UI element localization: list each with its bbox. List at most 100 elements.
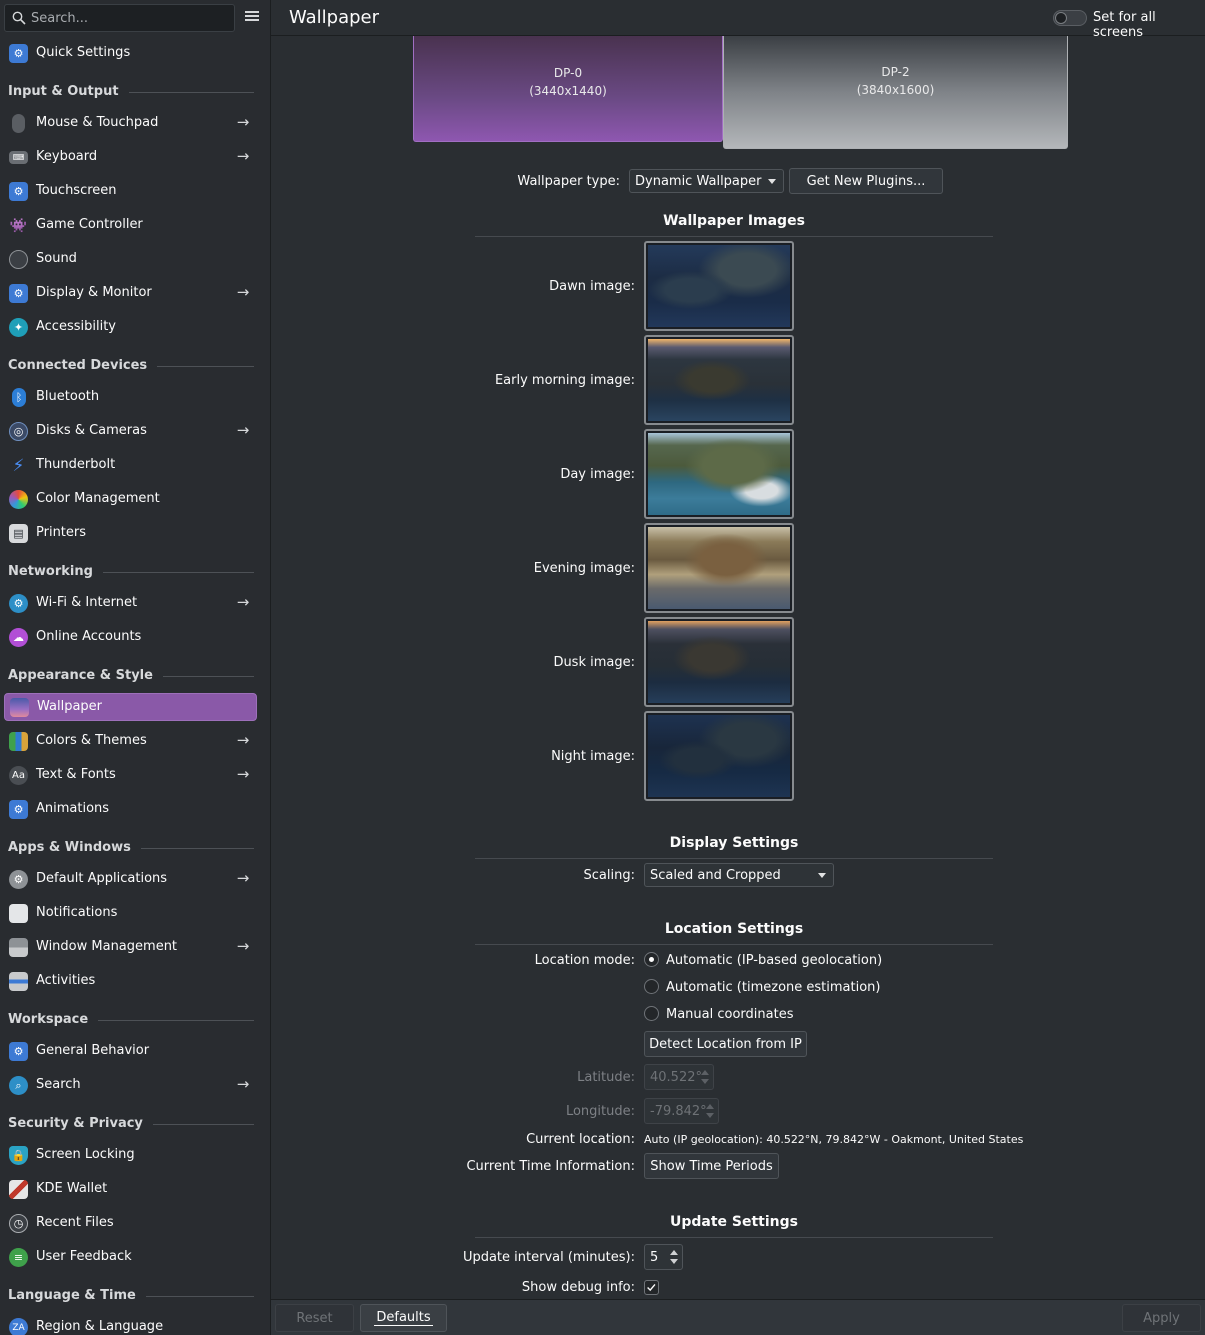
evening-image-thumbnail[interactable]: [644, 523, 794, 613]
sidebar-item-keyboard[interactable]: ⌨ Keyboard →: [4, 143, 257, 171]
sidebar-item-animations[interactable]: ⚙ Animations: [4, 795, 257, 823]
search-icon: [12, 11, 26, 25]
night-image-thumbnail[interactable]: [644, 711, 794, 801]
update-interval-value: 5: [650, 1250, 659, 1265]
sidebar-item-thunderbolt[interactable]: ⚡ Thunderbolt: [4, 451, 257, 479]
sidebar-item-label: Sound: [36, 251, 77, 266]
divider: [475, 1237, 993, 1238]
sidebar-item-label: Colors & Themes: [36, 733, 147, 748]
sidebar-item-general-behavior[interactable]: ⚙ General Behavior: [4, 1037, 257, 1065]
longitude-spinbox[interactable]: -79.842°: [644, 1098, 719, 1124]
sidebar-item-label: Bluetooth: [36, 389, 100, 404]
latitude-value: 40.522°: [650, 1070, 702, 1085]
sidebar-item-colors-themes[interactable]: Colors & Themes →: [4, 727, 257, 755]
wallpaper-type-select[interactable]: Dynamic Wallpaper: [629, 169, 784, 193]
detect-location-button[interactable]: Detect Location from IP: [644, 1031, 807, 1057]
radio-timezone-estimation[interactable]: [644, 979, 659, 994]
speaker-icon: [9, 250, 28, 269]
sidebar-item-default-applications[interactable]: ⚙ Default Applications →: [4, 865, 257, 893]
arrow-right-icon: →: [236, 937, 250, 955]
sidebar-item-label: Display & Monitor: [36, 285, 152, 300]
sidebar-item-label: Default Applications: [36, 871, 168, 886]
sidebar-item-kde-wallet[interactable]: KDE Wallet: [4, 1175, 257, 1203]
reset-button[interactable]: Reset: [275, 1304, 354, 1332]
radio-ip-geolocation[interactable]: [644, 952, 659, 967]
shield-lock-icon: 🔒: [9, 1146, 28, 1165]
show-time-periods-button[interactable]: Show Time Periods: [644, 1153, 779, 1179]
sidebar-item-recent-files[interactable]: ◷ Recent Files: [4, 1209, 257, 1237]
sidebar-item-bluetooth[interactable]: ᛒ Bluetooth: [4, 383, 257, 411]
apply-button[interactable]: Apply: [1122, 1304, 1201, 1332]
sidebar-item-notifications[interactable]: Notifications: [4, 899, 257, 927]
sidebar-item-label: Thunderbolt: [36, 457, 116, 472]
sidebar-item-screen-locking[interactable]: 🔒 Screen Locking: [4, 1141, 257, 1169]
set-all-screens-toggle[interactable]: [1053, 10, 1087, 26]
sidebar-item-region-language[interactable]: ZA Region & Language: [4, 1313, 257, 1335]
sidebar-item-label: Keyboard: [36, 149, 98, 164]
dawn-image-thumbnail[interactable]: [644, 241, 794, 331]
sidebar-item-wallpaper[interactable]: Wallpaper: [4, 693, 257, 721]
arrow-right-icon: →: [236, 283, 250, 301]
sidebar-item-search[interactable]: ⌕ Search →: [4, 1071, 257, 1099]
day-image-thumbnail[interactable]: [644, 429, 794, 519]
sidebar-item-touchscreen[interactable]: ⚙ Touchscreen: [4, 177, 257, 205]
show-debug-info-checkbox[interactable]: [644, 1280, 659, 1295]
sidebar-item-text-fonts[interactable]: Aa Text & Fonts →: [4, 761, 257, 789]
network-icon: ⚙: [9, 594, 28, 613]
divider: [475, 944, 993, 945]
latitude-spinbox[interactable]: 40.522°: [644, 1064, 714, 1090]
sidebar-item-wifi-internet[interactable]: ⚙ Wi-Fi & Internet →: [4, 589, 257, 617]
sidebar-item-disks-cameras[interactable]: ◎ Disks & Cameras →: [4, 417, 257, 445]
sidebar-item-accessibility[interactable]: ✦ Accessibility: [4, 313, 257, 341]
sidebar-item-label: Search: [36, 1077, 81, 1092]
sidebar-item-quick-settings[interactable]: ⚙ Quick Settings: [4, 39, 257, 67]
early-morning-image-thumbnail[interactable]: [644, 335, 794, 425]
sidebar-item-game-controller[interactable]: 👾 Game Controller: [4, 211, 257, 239]
sidebar-item-activities[interactable]: Activities: [4, 967, 257, 995]
sidebar-item-label: Recent Files: [36, 1215, 114, 1230]
search-input[interactable]: [31, 8, 231, 28]
screen-dp-2[interactable]: DP-2 (3840x1600): [723, 36, 1068, 149]
set-all-screens-label: Set for all screens: [1093, 10, 1156, 40]
hamburger-menu-icon[interactable]: [243, 9, 261, 27]
scaling-select[interactable]: Scaled and Cropped: [644, 863, 834, 887]
disk-icon: ◎: [9, 422, 28, 441]
radio-timezone-estimation-label: Automatic (timezone estimation): [666, 980, 881, 995]
gear-icon: ⚙: [9, 44, 28, 63]
scaling-value: Scaled and Cropped: [650, 868, 781, 883]
activities-icon: [9, 972, 28, 991]
section-title-update-settings: Update Settings: [669, 1214, 798, 1230]
spin-arrows-icon: [701, 1068, 709, 1086]
sidebar-group-language-time: Language & Time: [8, 1285, 254, 1305]
sidebar-item-sound[interactable]: Sound: [4, 245, 257, 273]
sidebar-item-mouse-touchpad[interactable]: Mouse & Touchpad →: [4, 109, 257, 137]
page-title: Wallpaper: [289, 7, 380, 28]
default-apps-icon: ⚙: [9, 870, 28, 889]
dusk-image-thumbnail[interactable]: [644, 617, 794, 707]
dawn-image-label: Dawn image:: [549, 279, 635, 294]
sidebar-item-online-accounts[interactable]: ☁ Online Accounts: [4, 623, 257, 651]
search-box[interactable]: [4, 4, 235, 32]
arrow-right-icon: →: [236, 1075, 250, 1093]
screen-name: DP-2: [881, 65, 910, 79]
sidebar-item-label: Accessibility: [36, 319, 116, 334]
wallet-icon: [9, 1180, 28, 1199]
language-icon: ZA: [9, 1318, 28, 1335]
sidebar-group-apps-windows: Apps & Windows: [8, 837, 254, 857]
radio-manual-coordinates[interactable]: [644, 1006, 659, 1021]
group-heading: Workspace: [8, 1011, 89, 1027]
sidebar-item-window-management[interactable]: Window Management →: [4, 933, 257, 961]
sidebar-item-display-monitor[interactable]: ⚙ Display & Monitor →: [4, 279, 257, 307]
screen-resolution: (3440x1440): [529, 83, 607, 98]
printer-icon: ▤: [9, 524, 28, 543]
get-new-plugins-button[interactable]: Get New Plugins...: [789, 168, 943, 194]
screen-dp-0[interactable]: DP-0 (3440x1440): [413, 36, 723, 142]
sidebar-item-color-management[interactable]: Color Management: [4, 485, 257, 513]
defaults-button[interactable]: Defaults: [360, 1304, 447, 1332]
update-interval-spinbox[interactable]: 5: [644, 1244, 683, 1270]
wallpaper-icon: [10, 698, 29, 717]
longitude-value: -79.842°: [650, 1104, 707, 1119]
sidebar-item-user-feedback[interactable]: ≡ User Feedback: [4, 1243, 257, 1271]
sidebar-item-printers[interactable]: ▤ Printers: [4, 519, 257, 547]
wallpaper-type-value: Dynamic Wallpaper: [635, 174, 762, 189]
